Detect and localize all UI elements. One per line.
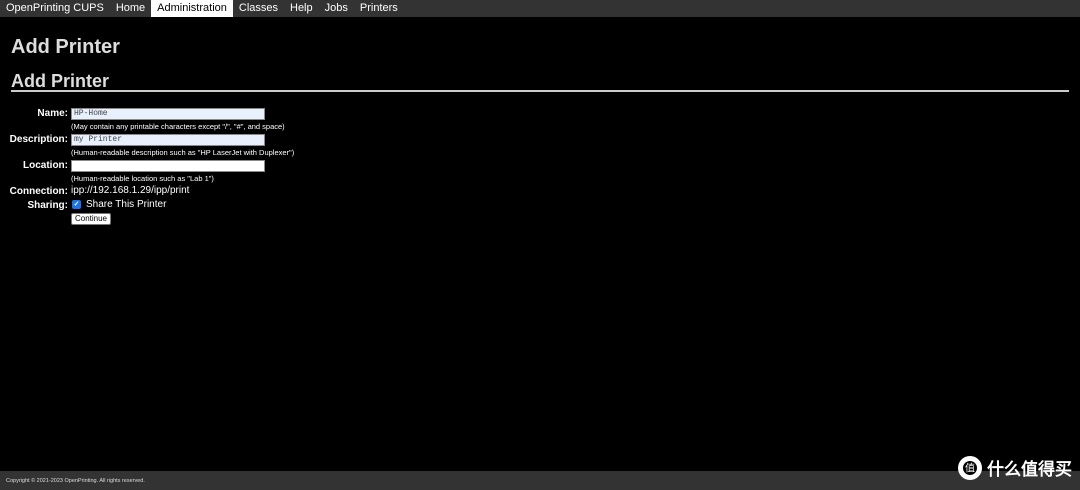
share-printer-label[interactable]: Share This Printer <box>86 199 166 210</box>
page-title: Add Printer <box>11 36 120 58</box>
nav-item-printers[interactable]: Printers <box>354 0 404 17</box>
sharing-label: Sharing: <box>27 200 68 211</box>
connection-label: Connection: <box>9 186 68 197</box>
description-label: Description: <box>9 134 68 145</box>
watermark-text: 什么值得买 <box>987 460 1072 479</box>
nav-item-help[interactable]: Help <box>284 0 319 17</box>
location-label: Location: <box>23 160 68 171</box>
watermark: 值 什么值得买 <box>958 455 1072 480</box>
checkmark-icon: ✓ <box>73 201 80 208</box>
description-input[interactable]: my Printer <box>71 134 265 146</box>
nav-item-administration[interactable]: Administration <box>151 0 233 17</box>
logo-glyph-icon: 值 <box>963 460 977 475</box>
nav-item-classes[interactable]: Classes <box>233 0 284 17</box>
nav-item-jobs[interactable]: Jobs <box>319 0 354 17</box>
continue-button[interactable]: Continue <box>71 213 111 225</box>
section-divider <box>11 90 1069 92</box>
top-navbar: OpenPrinting CUPS Home Administration Cl… <box>0 0 1080 17</box>
copyright-text: Copyright © 2021-2023 OpenPrinting. All … <box>6 477 145 484</box>
name-hint: (May contain any printable characters ex… <box>71 122 285 131</box>
share-printer-checkbox[interactable]: ✓ <box>72 200 81 209</box>
svg-text:值: 值 <box>965 461 975 474</box>
name-label: Name: <box>37 108 68 119</box>
name-input[interactable]: HP-Home <box>71 108 265 120</box>
nav-item-openprinting-cups[interactable]: OpenPrinting CUPS <box>0 0 110 17</box>
location-input[interactable] <box>71 160 265 172</box>
smzdm-logo-icon: 值 <box>958 455 982 480</box>
location-hint: (Human-readable location such as "Lab 1"… <box>71 174 214 183</box>
description-hint: (Human-readable description such as "HP … <box>71 148 295 157</box>
footer: Copyright © 2021-2023 OpenPrinting. All … <box>0 471 1080 490</box>
share-printer-option: ✓ Share This Printer <box>72 199 166 210</box>
nav-item-home[interactable]: Home <box>110 0 151 17</box>
connection-value: ipp://192.168.1.29/ipp/print <box>71 185 190 196</box>
section-title: Add Printer <box>11 71 110 91</box>
